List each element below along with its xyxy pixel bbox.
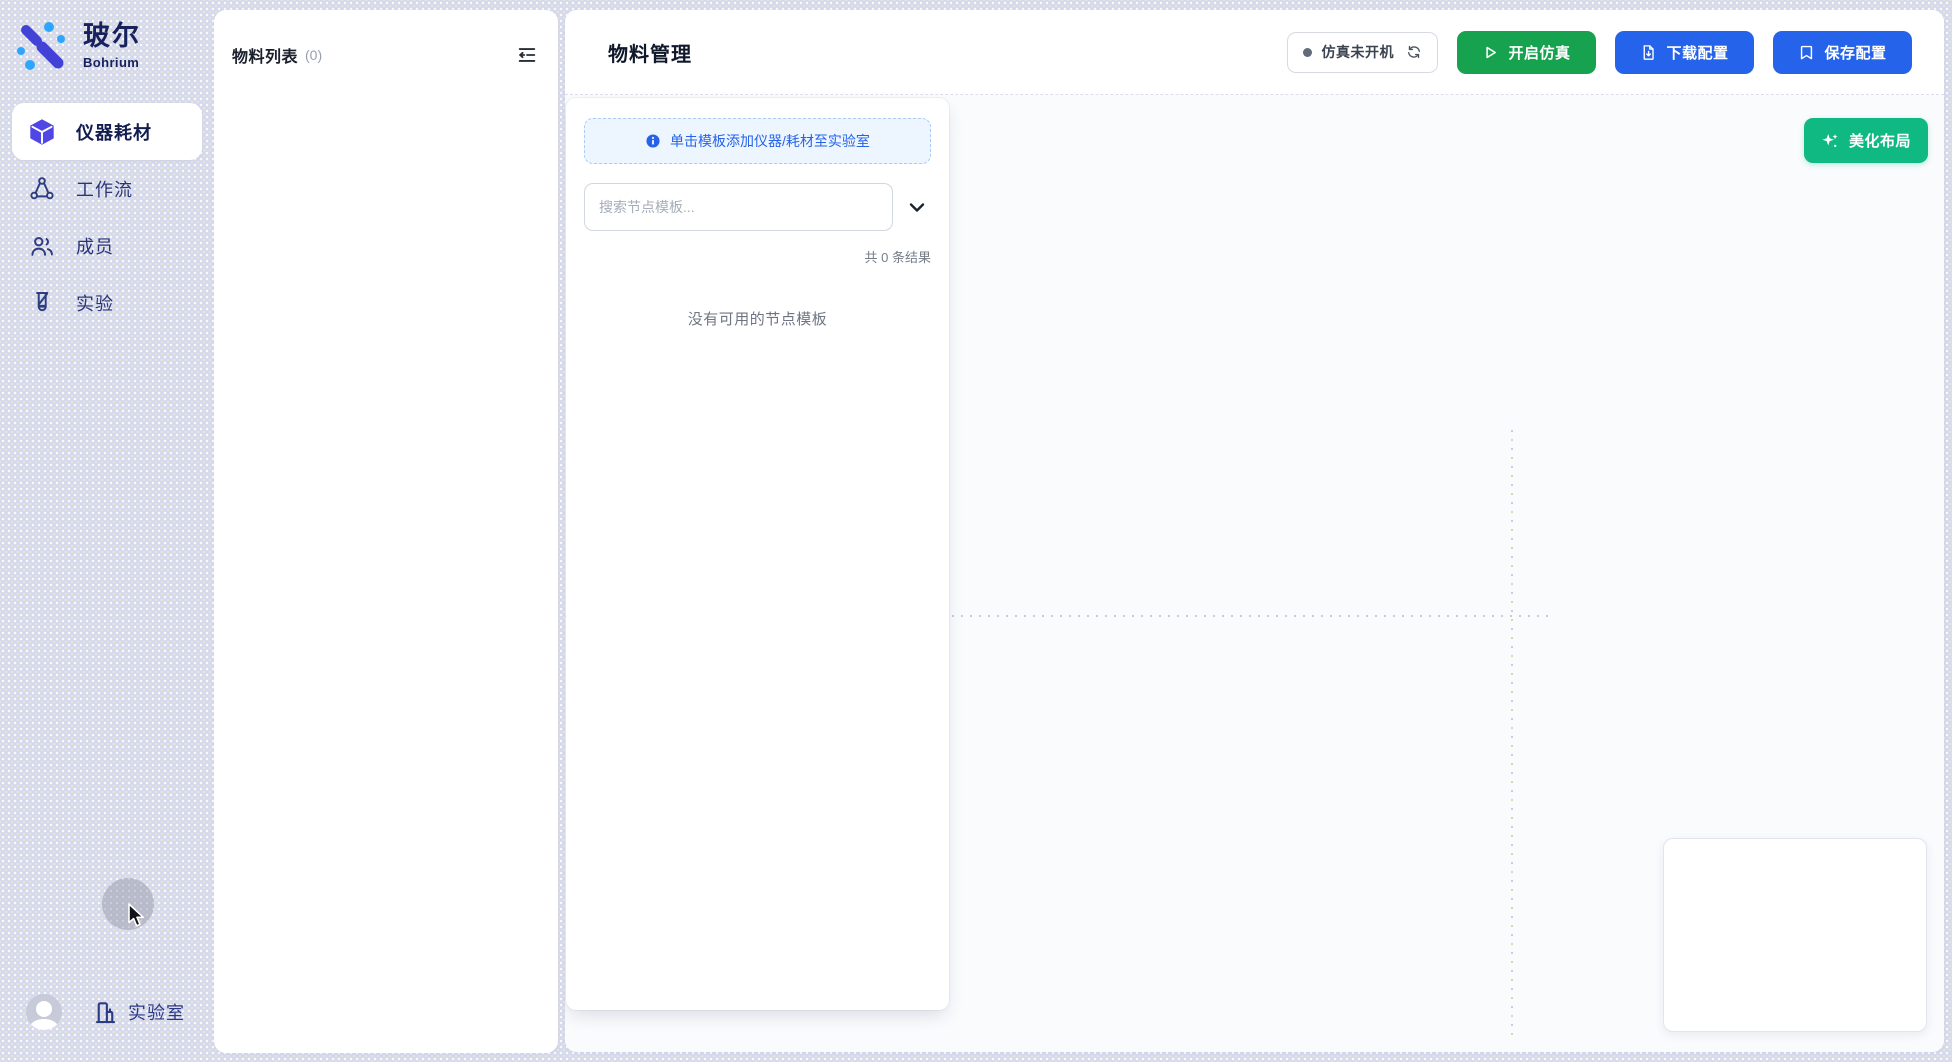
save-config-button[interactable]: 保存配置 bbox=[1773, 31, 1912, 74]
node-template-panel: 单击模板添加仪器/耗材至实验室 共 0 条结果 没有可用的节点模板 bbox=[566, 98, 949, 1010]
refresh-status-icon[interactable] bbox=[1406, 44, 1422, 60]
materials-count-badge: (0) bbox=[305, 47, 322, 63]
play-icon bbox=[1482, 44, 1499, 61]
brand-subtitle: Bohrium bbox=[83, 55, 141, 70]
info-banner: 单击模板添加仪器/耗材至实验室 bbox=[584, 118, 931, 164]
materials-panel: 物料列表 (0) bbox=[214, 10, 558, 1053]
flow-canvas[interactable]: 单击模板添加仪器/耗材至实验室 共 0 条结果 没有可用的节点模板 bbox=[565, 95, 1944, 1052]
bookmark-icon bbox=[1798, 44, 1815, 61]
canvas-guide-vertical bbox=[1511, 430, 1513, 1042]
sparkles-icon bbox=[1821, 132, 1839, 150]
cube-icon bbox=[29, 119, 55, 145]
info-icon bbox=[645, 133, 661, 149]
collapse-panel-button[interactable] bbox=[514, 42, 540, 68]
building-icon bbox=[92, 999, 119, 1026]
start-simulation-button[interactable]: 开启仿真 bbox=[1457, 31, 1596, 74]
bohrium-logo-icon bbox=[16, 20, 66, 70]
lab-label: 实验室 bbox=[128, 999, 185, 1025]
avatar-head bbox=[36, 1001, 52, 1017]
page-title: 物料管理 bbox=[608, 38, 692, 67]
simulation-status-text: 仿真未开机 bbox=[1322, 42, 1395, 62]
save-config-label: 保存配置 bbox=[1824, 42, 1886, 63]
main-header: 物料管理 仿真未开机 开启仿真 bbox=[565, 10, 1944, 95]
empty-template-message: 没有可用的节点模板 bbox=[584, 308, 931, 329]
app-root: { "brand": { "name": "玻尔", "subtitle": "… bbox=[0, 0, 1952, 1062]
beautify-layout-button[interactable]: 美化布局 bbox=[1804, 118, 1928, 163]
sidebar-item-experiments[interactable]: 实验 bbox=[12, 274, 202, 331]
workflow-icon bbox=[29, 176, 55, 202]
sidebar-item-label: 仪器耗材 bbox=[76, 119, 152, 145]
sidebar-footer: 实验室 bbox=[26, 994, 185, 1030]
chevron-down-icon[interactable] bbox=[903, 193, 931, 221]
experiment-icon bbox=[29, 290, 55, 316]
sidebar-item-instruments[interactable]: 仪器耗材 bbox=[12, 103, 202, 160]
minimap[interactable] bbox=[1663, 838, 1927, 1032]
main-panel: 物料管理 仿真未开机 开启仿真 bbox=[565, 10, 1944, 1052]
sidebar-item-label: 实验 bbox=[76, 290, 114, 316]
search-result-count: 共 0 条结果 bbox=[584, 247, 931, 266]
members-icon bbox=[29, 233, 55, 259]
lab-entry[interactable]: 实验室 bbox=[92, 999, 185, 1026]
info-banner-text: 单击模板添加仪器/耗材至实验室 bbox=[670, 131, 870, 151]
start-simulation-label: 开启仿真 bbox=[1508, 42, 1570, 63]
brand-name: 玻尔 bbox=[83, 22, 141, 52]
materials-panel-title: 物料列表 bbox=[232, 43, 298, 67]
sidebar-nav: 仪器耗材 工作流 成员 bbox=[12, 103, 202, 331]
header-actions: 仿真未开机 开启仿真 bbox=[1287, 31, 1913, 74]
sidebar-item-members[interactable]: 成员 bbox=[12, 217, 202, 274]
sidebar-item-label: 工作流 bbox=[76, 176, 133, 202]
simulation-status-pill: 仿真未开机 bbox=[1287, 32, 1439, 73]
template-search-row bbox=[584, 183, 931, 231]
download-config-button[interactable]: 下载配置 bbox=[1615, 31, 1754, 74]
brand-logo[interactable]: 玻尔 Bohrium bbox=[16, 20, 141, 70]
beautify-layout-label: 美化布局 bbox=[1849, 130, 1911, 151]
sidebar-item-workflow[interactable]: 工作流 bbox=[12, 160, 202, 217]
materials-panel-header: 物料列表 (0) bbox=[214, 10, 558, 68]
download-config-label: 下载配置 bbox=[1666, 42, 1728, 63]
avatar-body bbox=[30, 1019, 58, 1030]
user-avatar[interactable] bbox=[26, 994, 62, 1030]
sidebar-item-label: 成员 bbox=[76, 233, 114, 259]
file-download-icon bbox=[1640, 44, 1657, 61]
template-search-input[interactable] bbox=[584, 183, 893, 231]
mouse-cursor bbox=[127, 903, 151, 929]
status-dot-icon bbox=[1303, 48, 1312, 57]
